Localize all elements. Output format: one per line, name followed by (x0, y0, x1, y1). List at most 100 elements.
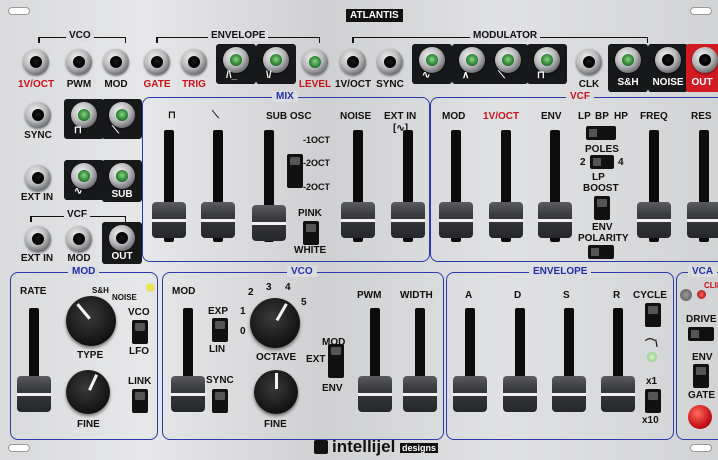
pwm-source-switch[interactable] (328, 344, 344, 378)
mod-rate-led (146, 283, 155, 292)
modulator-group-label: MODULATOR (470, 30, 541, 41)
sub-label: SUB (111, 189, 133, 200)
sub-pill: SUB (102, 160, 142, 202)
cycle-switch[interactable] (645, 303, 661, 327)
vco-mod-jack[interactable] (103, 49, 129, 75)
vco-mod-fader[interactable] (170, 308, 206, 416)
sub-jack[interactable] (109, 163, 135, 189)
env-gate-label: GATE (143, 79, 171, 90)
type-knob[interactable] (66, 296, 116, 346)
vco-pwm-fader-cap[interactable] (358, 376, 392, 412)
maker-logo: intellijel (332, 437, 396, 456)
ext-in-jack[interactable] (25, 165, 51, 191)
sync-jack[interactable] (25, 102, 51, 128)
vco-pwm-jack[interactable] (66, 49, 92, 75)
envelope-title: ENVELOPE (529, 266, 592, 277)
ext-in-label: EXT IN (20, 192, 54, 203)
env-trig-jack[interactable] (181, 49, 207, 75)
sh-jack[interactable] (615, 47, 641, 73)
vcf-out-jack[interactable] (109, 225, 135, 251)
filter-mode-switch[interactable] (586, 126, 616, 140)
env-a-label: A (465, 290, 473, 301)
sub-osc-switch[interactable] (287, 154, 303, 188)
noise-jack[interactable] (655, 47, 681, 73)
mod-vco-label: VCO (128, 307, 150, 318)
env-gate-jack[interactable] (144, 49, 170, 75)
vcf-env-fader[interactable] (537, 130, 573, 248)
vcf-freq-fader-cap[interactable] (637, 202, 671, 238)
vco-1voct-label: 1V/OCT (17, 79, 55, 90)
env-d-fader[interactable] (502, 308, 538, 416)
sync-switch[interactable] (212, 389, 228, 413)
mix-pulse-fader-cap[interactable] (152, 202, 186, 238)
saw-wave-icon-2: ⟍ (112, 125, 119, 136)
vcf-res-fader[interactable] (686, 130, 718, 248)
vco-lfo-switch[interactable] (132, 320, 148, 344)
mod-1voct-jack[interactable] (340, 49, 366, 75)
vcf-freq-fader[interactable] (636, 130, 672, 248)
vcf-ext-in-label: EXT IN (20, 253, 54, 264)
vcf-env-fader-label: ENV (541, 111, 562, 122)
mod-rate-fader[interactable] (16, 308, 52, 416)
octave-knob[interactable] (250, 298, 300, 348)
vco-width-fader[interactable] (402, 308, 438, 416)
mix-ext-in-fader-cap[interactable] (391, 202, 425, 238)
vcf-mod-jack[interactable] (66, 226, 92, 252)
left-pulse-pill: ⊓ (64, 99, 104, 139)
vcf-boost-label: BOOST (583, 183, 619, 194)
env-gate-switch[interactable] (693, 364, 709, 388)
vco-mod-fader-cap[interactable] (171, 376, 205, 412)
vco-1voct-jack[interactable] (23, 49, 49, 75)
vcf-mod-fader[interactable] (438, 130, 474, 248)
env-s-fader-cap[interactable] (552, 376, 586, 412)
env-r-fader-cap[interactable] (601, 376, 635, 412)
env-r-fader[interactable] (600, 308, 636, 416)
vca-title: VCA (688, 266, 718, 277)
link-switch[interactable] (132, 389, 148, 413)
vco-pwm-fader[interactable] (357, 308, 393, 416)
vcf-1voct-fader-cap[interactable] (489, 202, 523, 238)
mix-noise-fader-cap[interactable] (341, 202, 375, 238)
lp-boost-switch[interactable] (594, 196, 610, 220)
mix-sub-osc-fader-cap[interactable] (252, 205, 286, 241)
vco-ext-label: EXT (306, 354, 326, 365)
time-range-switch[interactable] (645, 389, 661, 413)
env-polarity-switch[interactable] (588, 245, 614, 259)
noise-color-switch[interactable] (303, 221, 319, 245)
drive-switch[interactable] (688, 327, 714, 341)
mix-saw-fader[interactable] (200, 130, 236, 248)
env-s-fader[interactable] (551, 308, 587, 416)
clip-led (697, 290, 706, 299)
mix-ext-in-fader[interactable] (390, 130, 426, 248)
mod-fine-knob[interactable] (66, 370, 110, 414)
vco-fine-knob[interactable] (254, 370, 298, 414)
gate-button[interactable] (688, 405, 712, 429)
main-out-jack[interactable] (692, 47, 718, 73)
vcf-ext-in-jack[interactable] (25, 226, 51, 252)
mod-sync-jack[interactable] (377, 49, 403, 75)
poles-switch[interactable] (590, 155, 614, 169)
env-level-jack[interactable] (302, 49, 328, 75)
env-a-fader[interactable] (452, 308, 488, 416)
oct-1: 1 (240, 306, 246, 317)
vco-width-fader-cap[interactable] (403, 376, 437, 412)
mix-sub-osc-fader[interactable] (251, 130, 287, 248)
vcf-mod-fader-cap[interactable] (439, 202, 473, 238)
env-a-fader-cap[interactable] (453, 376, 487, 412)
vcf-res-fader-cap[interactable] (687, 202, 718, 238)
vca-drive-label: DRIVE (686, 314, 717, 325)
mix-noise-fader[interactable] (340, 130, 376, 248)
vcf-env-fader-cap[interactable] (538, 202, 572, 238)
mod-rate-fader-cap[interactable] (17, 376, 51, 412)
exp-lin-switch[interactable] (212, 318, 228, 342)
env-x10-label: x10 (642, 415, 659, 426)
mod-noise-label: NOISE (112, 293, 137, 302)
env-d-fader-cap[interactable] (503, 376, 537, 412)
mix-saw-icon: ⟍ (212, 110, 219, 121)
vcf-1voct-fader[interactable] (488, 130, 524, 248)
mod-rate-label: RATE (20, 286, 47, 297)
oct-0: 0 (240, 326, 246, 337)
mix-pulse-fader[interactable] (151, 130, 187, 248)
mix-saw-fader-cap[interactable] (201, 202, 235, 238)
mod-clk-jack[interactable] (576, 49, 602, 75)
